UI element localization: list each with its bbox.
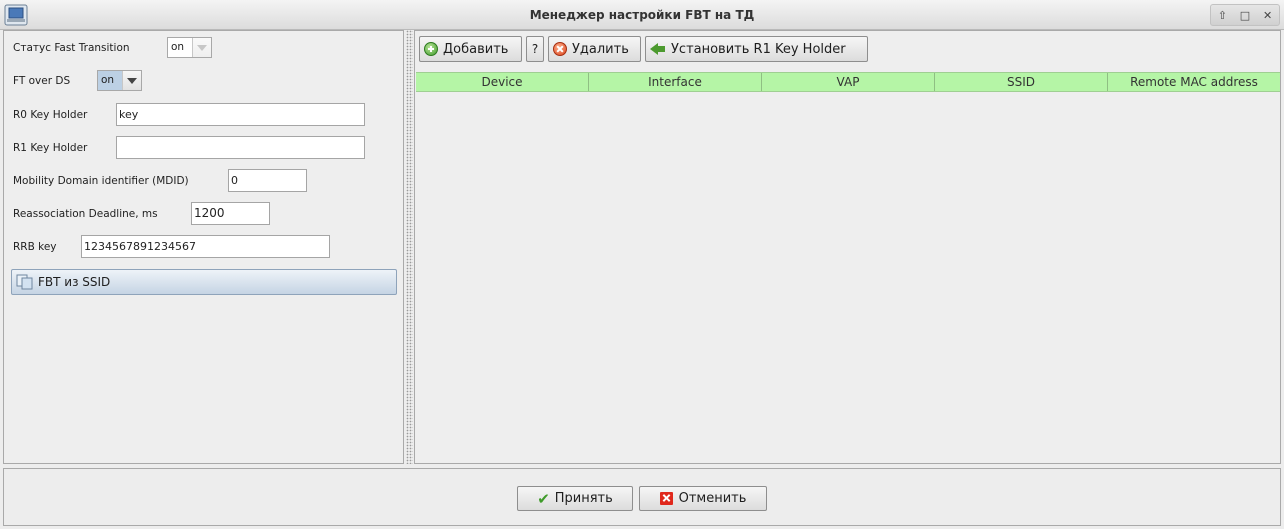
cancel-icon xyxy=(659,492,673,505)
dialog-footer: ✔ Принять Отменить xyxy=(3,468,1281,526)
help-button[interactable]: ? xyxy=(526,36,544,62)
window-titlebar: Менеджер настройки FBT на ТД ⇧ □ ✕ xyxy=(0,0,1284,30)
cancel-button[interactable]: Отменить xyxy=(639,486,767,511)
fbt-from-ssid-label: FBT из SSID xyxy=(38,275,111,289)
maximize-icon[interactable]: □ xyxy=(1235,9,1255,22)
column-header-device[interactable]: Device xyxy=(416,73,589,91)
chevron-down-icon xyxy=(193,38,211,57)
devices-panel: Добавить ? Удалить Установить R1 Key Hol… xyxy=(414,30,1281,464)
set-r1-key-holder-label: Установить R1 Key Holder xyxy=(671,41,846,57)
mdid-label: Mobility Domain identifier (MDID) xyxy=(13,175,189,187)
window-title: Менеджер настройки FBT на ТД xyxy=(529,8,755,22)
main-area: Статус Fast Transition on FT over DS on … xyxy=(3,30,1281,466)
checkmark-icon: ✔ xyxy=(537,489,550,508)
chevron-down-icon xyxy=(123,71,141,90)
accept-button-label: Принять xyxy=(554,491,613,506)
column-header-interface[interactable]: Interface xyxy=(589,73,762,91)
reassociation-deadline-input[interactable]: 1200 xyxy=(191,202,270,225)
copy-icon xyxy=(16,274,33,290)
fbt-from-ssid-button[interactable]: FBT из SSID xyxy=(11,269,397,295)
set-r1-key-holder-button[interactable]: Установить R1 Key Holder xyxy=(645,36,868,62)
rrb-key-input[interactable]: 1234567891234567 xyxy=(81,235,330,258)
r1-key-holder-label: R1 Key Holder xyxy=(13,142,88,154)
table-body[interactable] xyxy=(416,92,1280,463)
r0-key-holder-input[interactable]: key xyxy=(116,103,365,126)
delete-button-label: Удалить xyxy=(572,41,629,57)
accept-button[interactable]: ✔ Принять xyxy=(517,486,633,511)
fast-transition-label: Статус Fast Transition xyxy=(13,42,130,54)
window-controls: ⇧ □ ✕ xyxy=(1210,4,1280,26)
rrb-key-label: RRB key xyxy=(13,241,57,253)
fast-transition-value: on xyxy=(168,38,193,57)
settings-panel: Статус Fast Transition on FT over DS on … xyxy=(3,30,404,464)
fast-transition-select[interactable]: on xyxy=(167,37,212,58)
r1-key-holder-input[interactable] xyxy=(116,136,365,159)
cancel-button-label: Отменить xyxy=(678,491,747,506)
delete-button[interactable]: Удалить xyxy=(548,36,641,62)
reassociation-deadline-label: Reassociation Deadline, ms xyxy=(13,208,158,220)
splitter-handle[interactable] xyxy=(406,30,413,464)
add-button[interactable]: Добавить xyxy=(419,36,522,62)
delete-icon xyxy=(553,42,567,56)
ft-over-ds-label: FT over DS xyxy=(13,75,71,87)
help-button-label: ? xyxy=(531,42,539,56)
ft-over-ds-select[interactable]: on xyxy=(97,70,142,91)
column-header-remote-mac[interactable]: Remote MAC address xyxy=(1108,73,1280,91)
r0-key-holder-label: R0 Key Holder xyxy=(13,109,88,121)
table-header: Device Interface VAP SSID Remote MAC add… xyxy=(416,72,1280,92)
column-header-ssid[interactable]: SSID xyxy=(935,73,1108,91)
close-icon[interactable]: ✕ xyxy=(1258,9,1278,22)
up-arrow-icon[interactable]: ⇧ xyxy=(1212,9,1232,22)
add-button-label: Добавить xyxy=(443,41,509,57)
column-header-vap[interactable]: VAP xyxy=(762,73,935,91)
mdid-input[interactable]: 0 xyxy=(228,169,307,192)
plus-icon xyxy=(424,42,438,56)
ft-over-ds-value: on xyxy=(98,71,123,90)
arrow-left-icon xyxy=(650,42,666,56)
